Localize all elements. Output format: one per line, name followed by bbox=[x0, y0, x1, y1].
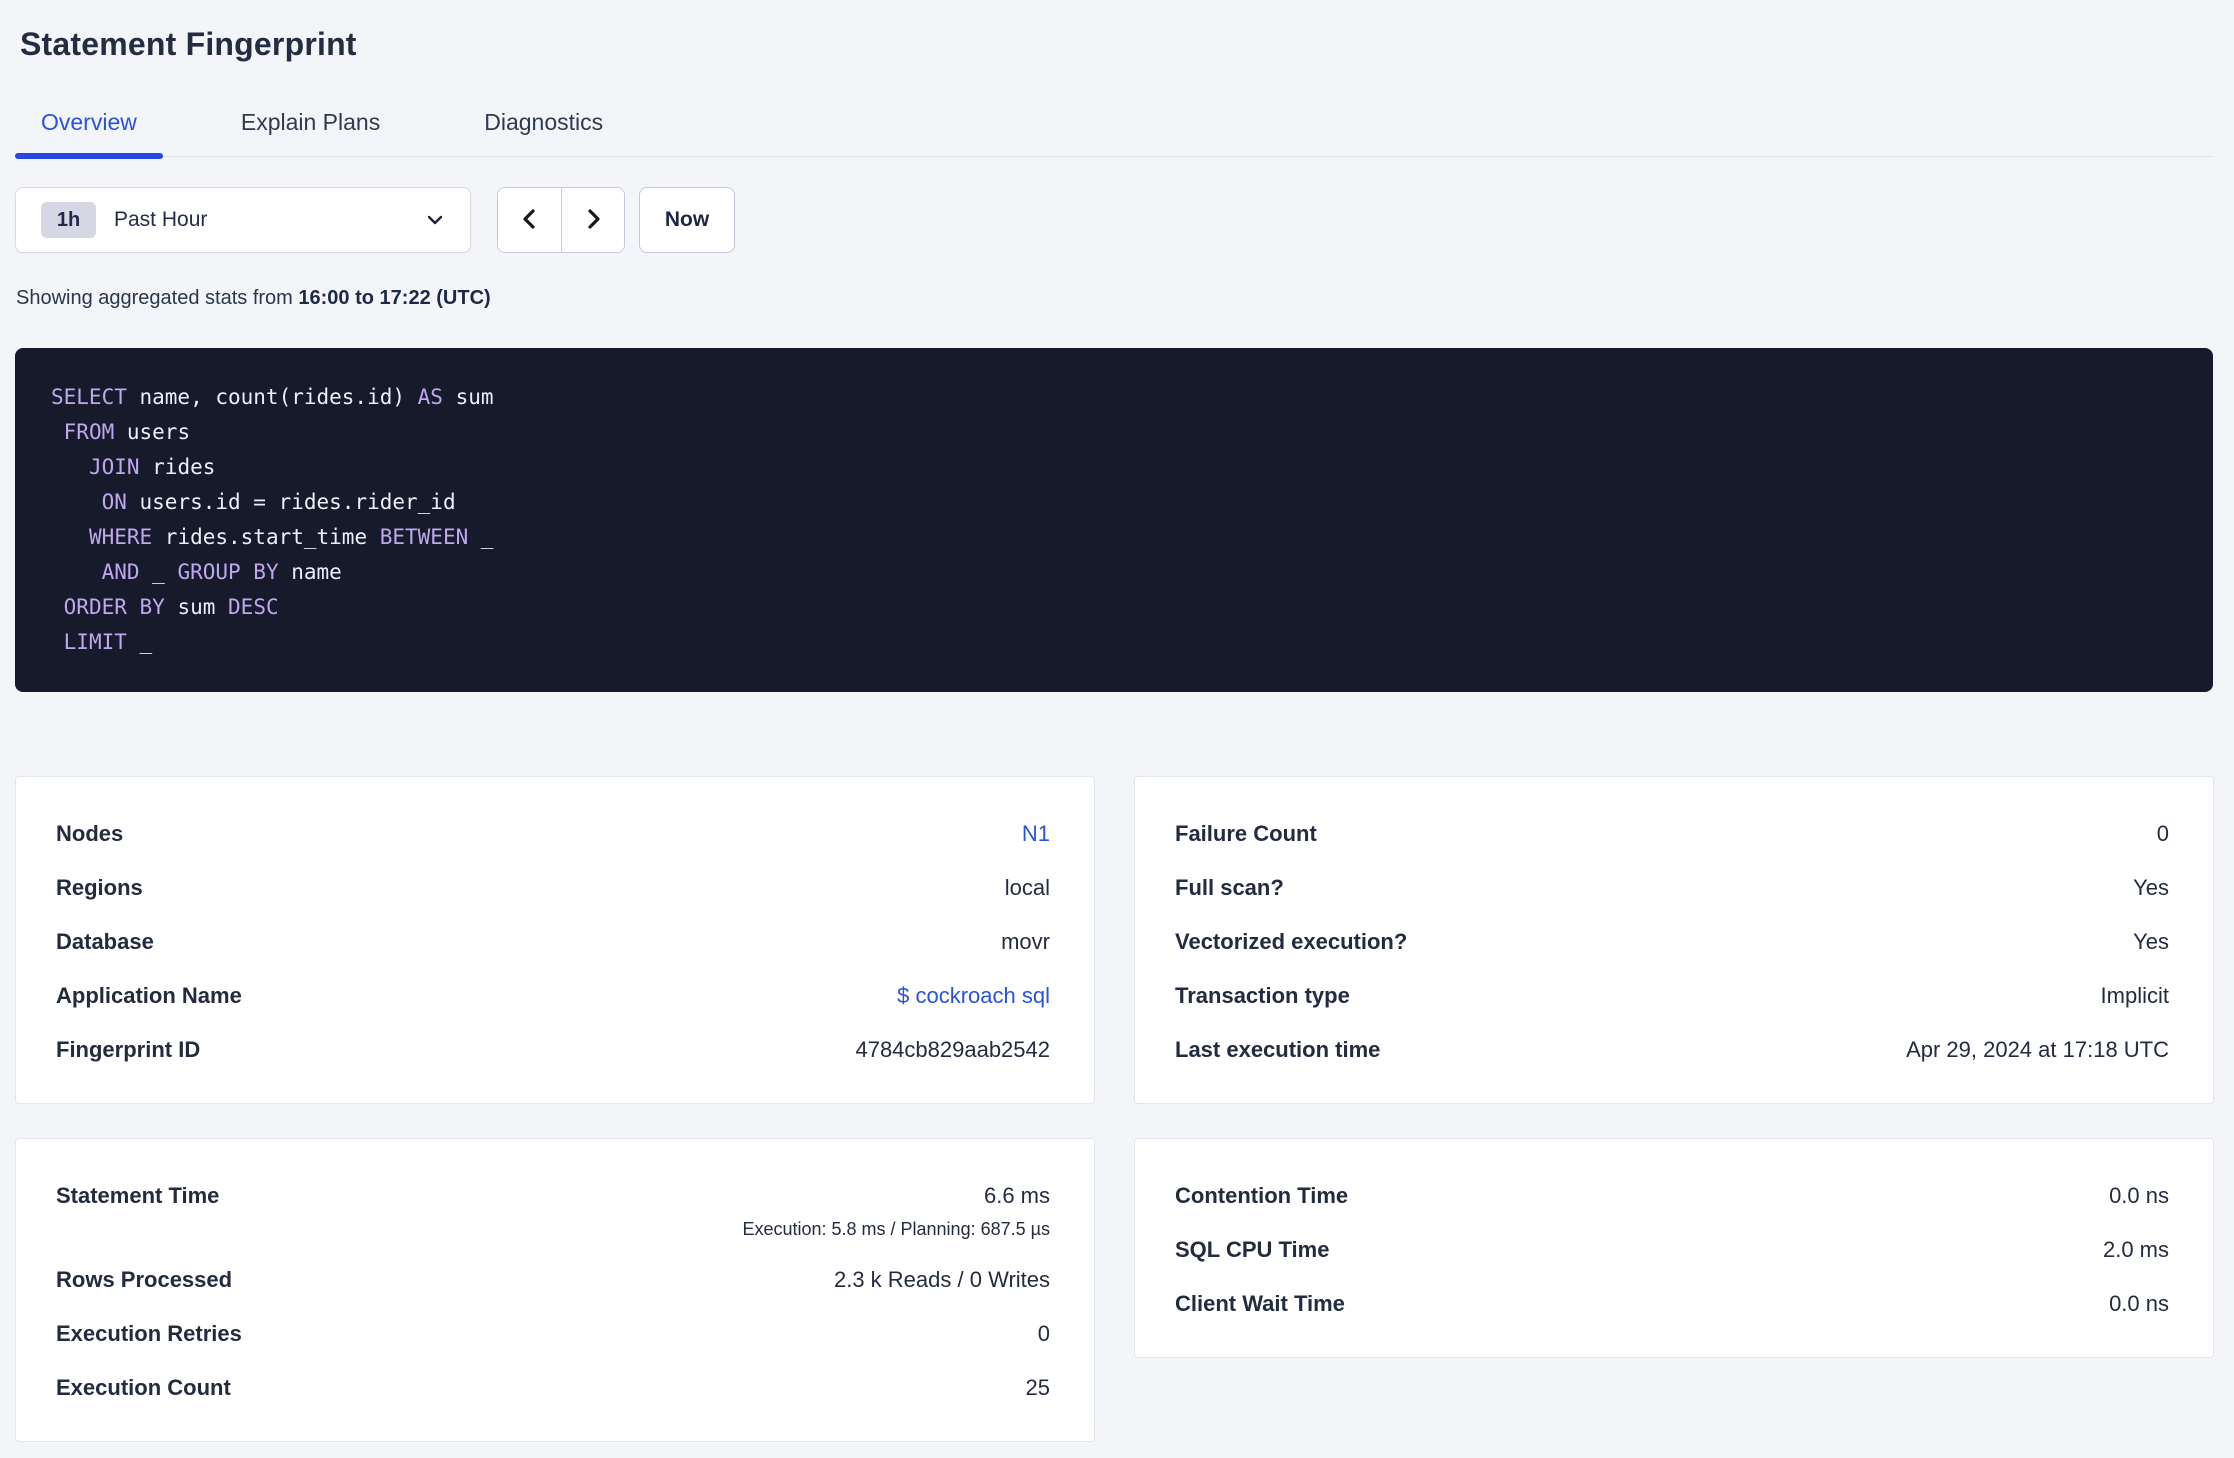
sql-line: JOIN rides bbox=[88, 455, 216, 479]
execution-retries-value: 0 bbox=[1037, 1321, 1050, 1346]
chevron-left-icon bbox=[518, 207, 542, 234]
time-toolbar: 1h Past Hour Now bbox=[15, 187, 2213, 253]
statement-fingerprint-page: Statement Fingerprint Overview Explain Pl… bbox=[0, 0, 2234, 1442]
last-execution-time-value: Apr 29, 2024 at 17:18 UTC bbox=[1906, 1037, 2169, 1062]
sql-line: WHERE rides.start_time BETWEEN _ bbox=[88, 525, 494, 549]
database-label: Database bbox=[56, 929, 154, 954]
nodes-label: Nodes bbox=[56, 821, 124, 846]
application-name-link[interactable]: $ cockroach sql bbox=[897, 982, 1050, 1010]
sql-statement-box: SELECT name, count(rides.id) AS sum FROM… bbox=[15, 348, 2213, 692]
card-timing-right: Contention Time 0.0 ns SQL CPU Time 2.0 ms C… bbox=[1134, 1138, 2214, 1358]
tab-bar: Overview Explain Plans Diagnostics bbox=[15, 109, 2213, 159]
transaction-type-row: Transaction type Implicit bbox=[1175, 969, 2169, 1023]
aggregated-stats-line: Showing aggregated stats from 16:00 to 1… bbox=[16, 287, 2213, 310]
previous-interval-button[interactable] bbox=[498, 188, 561, 252]
vectorized-execution-label: Vectorized execution? bbox=[1175, 929, 1408, 954]
time-range-label: Past Hour bbox=[114, 208, 208, 231]
failure-count-value: 0 bbox=[2156, 821, 2169, 846]
sql-cpu-time-value: 2.0 ms bbox=[2102, 1237, 2169, 1262]
vectorized-execution-row: Vectorized execution? Yes bbox=[1175, 915, 2169, 969]
application-name-row: Application Name $ cockroach sql bbox=[56, 969, 1050, 1023]
time-range-dropdown[interactable]: 1h Past Hour bbox=[15, 187, 471, 253]
client-wait-time-value: 0.0 ns bbox=[2109, 1291, 2169, 1316]
statement-time-row: Statement Time 6.6 ms Execution: 5.8 ms / … bbox=[56, 1169, 1050, 1253]
card-details-left: Nodes N1 Regions local Database movr Applicati… bbox=[15, 776, 1095, 1104]
regions-value: local bbox=[1004, 875, 1050, 900]
sql-cpu-time-row: SQL CPU Time 2.0 ms bbox=[1175, 1223, 2169, 1277]
execution-retries-label: Execution Retries bbox=[56, 1321, 242, 1346]
chevron-down-icon bbox=[424, 209, 446, 231]
failure-count-label: Failure Count bbox=[1175, 821, 1317, 846]
fingerprint-id-label: Fingerprint ID bbox=[56, 1037, 201, 1062]
database-row: Database movr bbox=[56, 915, 1050, 969]
full-scan-value: Yes bbox=[2133, 875, 2169, 900]
database-value: movr bbox=[1001, 929, 1050, 954]
vectorized-execution-value: Yes bbox=[2133, 929, 2169, 954]
card-details-right: Failure Count 0 Full scan? Yes Vectorized ex… bbox=[1134, 776, 2214, 1104]
execution-count-row: Execution Count 25 bbox=[56, 1361, 1050, 1415]
fingerprint-id-row: Fingerprint ID 4784cb829aab2542 bbox=[56, 1023, 1050, 1077]
sql-line: FROM users bbox=[63, 420, 191, 444]
nodes-link[interactable]: N1 bbox=[1022, 820, 1050, 848]
time-range-badge: 1h bbox=[41, 202, 96, 238]
application-name-label: Application Name bbox=[56, 983, 242, 1008]
sql-line: SELECT name, count(rides.id) AS sum bbox=[51, 385, 494, 409]
page-title: Statement Fingerprint bbox=[20, 26, 357, 62]
sql-line: ON users.id = rides.rider_id bbox=[101, 490, 456, 514]
aggregated-stats-range: 16:00 to 17:22 (UTC) bbox=[298, 287, 491, 309]
full-scan-label: Full scan? bbox=[1175, 875, 1284, 900]
rows-processed-value: 2.3 k Reads / 0 Writes bbox=[833, 1267, 1050, 1292]
statement-time-value: 6.6 ms bbox=[983, 1183, 1050, 1208]
failure-count-row: Failure Count 0 bbox=[1175, 807, 2169, 861]
contention-time-row: Contention Time 0.0 ns bbox=[1175, 1169, 2169, 1223]
sql-line: AND _ GROUP BY name bbox=[101, 560, 342, 584]
statement-time-label: Statement Time bbox=[56, 1183, 220, 1208]
fingerprint-id-value: 4784cb829aab2542 bbox=[855, 1037, 1050, 1062]
summary-cards: Nodes N1 Regions local Database movr Applicati… bbox=[15, 776, 2214, 1442]
time-step-button-group bbox=[497, 187, 625, 253]
execution-count-value: 25 bbox=[1025, 1375, 1050, 1400]
execution-count-label: Execution Count bbox=[56, 1375, 231, 1400]
statement-time-breakdown: Execution: 5.8 ms / Planning: 687.5 µs bbox=[742, 1219, 1050, 1239]
sql-line: ORDER BY sum DESC bbox=[63, 595, 279, 619]
rows-processed-label: Rows Processed bbox=[56, 1267, 233, 1292]
nodes-row: Nodes N1 bbox=[56, 807, 1050, 861]
sql-cpu-time-label: SQL CPU Time bbox=[1175, 1237, 1330, 1262]
transaction-type-value: Implicit bbox=[2100, 983, 2169, 1008]
card-timing-left: Statement Time 6.6 ms Execution: 5.8 ms / … bbox=[15, 1138, 1095, 1442]
transaction-type-label: Transaction type bbox=[1175, 983, 1350, 1008]
sql-line: LIMIT _ bbox=[63, 630, 153, 654]
contention-time-value: 0.0 ns bbox=[2109, 1183, 2169, 1208]
regions-row: Regions local bbox=[56, 861, 1050, 915]
regions-label: Regions bbox=[56, 875, 143, 900]
client-wait-time-label: Client Wait Time bbox=[1175, 1291, 1345, 1316]
last-execution-time-label: Last execution time bbox=[1175, 1037, 1381, 1062]
now-button[interactable]: Now bbox=[639, 187, 735, 253]
tab-explain-plans[interactable]: Explain Plans bbox=[215, 109, 406, 156]
full-scan-row: Full scan? Yes bbox=[1175, 861, 2169, 915]
chevron-right-icon bbox=[581, 207, 605, 234]
client-wait-time-row: Client Wait Time 0.0 ns bbox=[1175, 1277, 2169, 1331]
contention-time-label: Contention Time bbox=[1175, 1183, 1349, 1208]
last-execution-time-row: Last execution time Apr 29, 2024 at 17:18… bbox=[1175, 1023, 2169, 1077]
aggregated-stats-prefix: Showing aggregated stats from bbox=[16, 287, 299, 309]
tab-diagnostics[interactable]: Diagnostics bbox=[458, 109, 629, 156]
tab-overview[interactable]: Overview bbox=[15, 109, 163, 159]
execution-retries-row: Execution Retries 0 bbox=[56, 1307, 1050, 1361]
next-interval-button[interactable] bbox=[561, 188, 624, 252]
rows-processed-row: Rows Processed 2.3 k Reads / 0 Writes bbox=[56, 1253, 1050, 1307]
